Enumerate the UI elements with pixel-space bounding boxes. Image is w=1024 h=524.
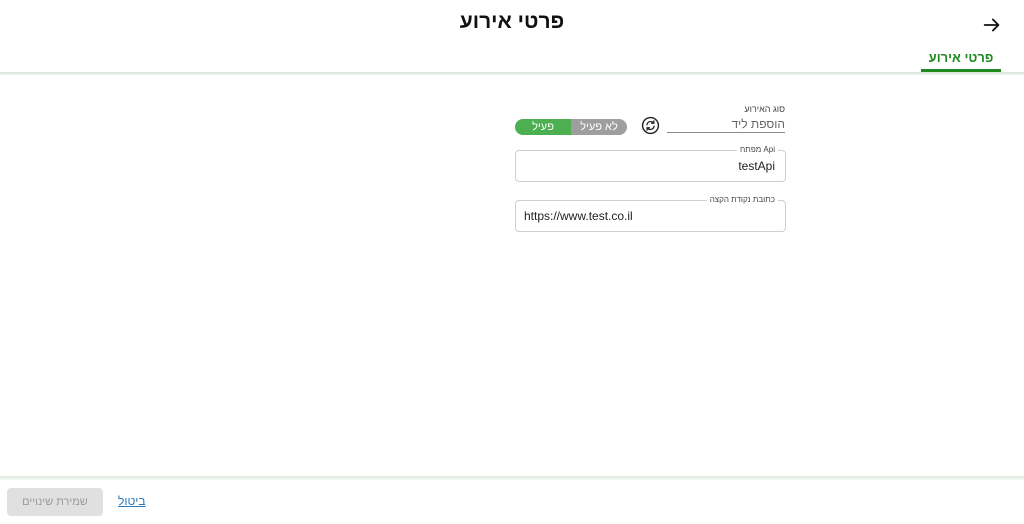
save-button[interactable]: שמירת שינויים: [7, 488, 103, 516]
endpoint-url-field: כתובת נקודת הקצה: [515, 195, 786, 232]
tab-event-details[interactable]: פרטי אירוע: [921, 50, 1001, 72]
page-header: פרטי אירוע פרטי אירוע: [0, 0, 1024, 72]
page-title: פרטי אירוע: [459, 10, 565, 33]
footer-divider: [0, 476, 1024, 480]
sync-icon[interactable]: [641, 116, 660, 135]
arrow-right-icon[interactable]: [981, 14, 1003, 36]
endpoint-url-label: כתובת נקודת הקצה: [706, 195, 778, 205]
api-key-label: מפתח Api: [737, 145, 778, 155]
endpoint-url-input[interactable]: [524, 208, 775, 224]
status-toggle[interactable]: פעיל לא פעיל: [515, 119, 627, 135]
api-key-input[interactable]: [524, 158, 775, 174]
cancel-link[interactable]: ביטול: [118, 494, 146, 508]
event-type-field[interactable]: [667, 116, 785, 133]
api-key-field: מפתח Api: [515, 145, 786, 182]
toggle-option-inactive[interactable]: לא פעיל: [571, 119, 627, 135]
event-type-label: סוג האירוע: [744, 104, 785, 114]
toggle-option-active[interactable]: פעיל: [515, 119, 571, 135]
header-divider: [0, 72, 1024, 75]
